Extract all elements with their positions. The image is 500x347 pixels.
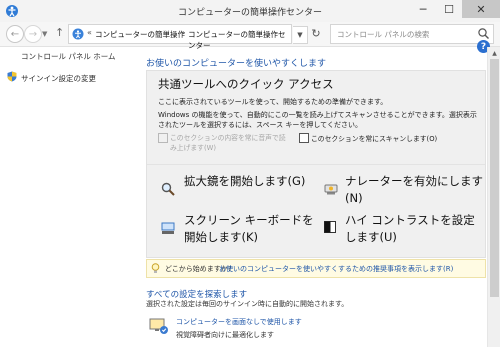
shield-icon xyxy=(7,71,17,82)
breadcrumb-overflow[interactable]: « xyxy=(87,28,92,37)
quick-access-heading: 共通ツールへのクイック アクセス xyxy=(158,77,334,91)
close-button[interactable]: ✕ xyxy=(462,0,500,18)
on-screen-keyboard-icon[interactable] xyxy=(161,221,175,235)
minimize-button[interactable]: ─ xyxy=(410,0,436,18)
display-icon[interactable] xyxy=(149,317,169,335)
recommendation-bar: どこから始めますか? お使いのコンピューターを使いやすくするための推奨事項を表示… xyxy=(146,259,486,278)
use-without-display-link[interactable]: コンピューターを画面なしで使用します xyxy=(176,317,302,327)
address-bar[interactable]: « コンピューターの簡単操作 › コンピューターの簡単操作センター xyxy=(68,24,292,50)
recommendations-link[interactable]: お使いのコンピューターを使いやすくするための推奨事項を表示します(R) xyxy=(219,264,453,274)
back-button[interactable]: ← xyxy=(6,25,24,43)
page-title: お使いのコンピューターを使いやすくします xyxy=(146,59,327,69)
read-aloud-checkbox-label[interactable]: このセクションの内容を常に音声で読み上げます(W) xyxy=(170,133,290,153)
sidebar-item-signin-settings[interactable]: サインイン設定の変更 xyxy=(21,73,96,84)
lightbulb-icon xyxy=(151,263,160,273)
recent-locations-button[interactable]: ▼ xyxy=(42,30,47,38)
high-contrast-icon[interactable] xyxy=(324,221,336,233)
breadcrumb-item[interactable]: コンピューターの簡単操作 xyxy=(95,29,185,40)
search-placeholder: コントロール パネルの検索 xyxy=(337,30,430,39)
scroll-up-button[interactable]: ▲ xyxy=(488,47,500,59)
search-input[interactable]: コントロール パネルの検索 xyxy=(330,24,494,44)
set-high-contrast-link[interactable]: ハイ コントラストを設定します(U) xyxy=(345,212,485,246)
scan-checkbox-label[interactable]: このセクションを常にスキャンします(O) xyxy=(311,133,437,143)
scroll-thumb[interactable] xyxy=(490,59,499,297)
explore-settings-description: 選択された設定は毎回のサインイン時に自動的に開始されます。 xyxy=(146,300,349,308)
search-icon[interactable] xyxy=(477,27,490,40)
divider xyxy=(147,164,485,165)
breadcrumb-separator[interactable]: › xyxy=(182,28,185,37)
start-on-screen-keyboard-link[interactable]: スクリーン キーボードを開始します(K) xyxy=(184,212,324,246)
magnifier-icon[interactable] xyxy=(161,182,175,196)
forward-button[interactable]: → xyxy=(24,25,42,43)
quick-access-description: ここに表示されているツールを使って、開始するための準備ができます。 xyxy=(158,98,388,106)
address-row: ← → ▼ ↑ « コンピューターの簡単操作 › コンピューターの簡単操作センタ… xyxy=(0,22,500,50)
maximize-button[interactable]: ☐ xyxy=(436,0,462,18)
vertical-scrollbar[interactable]: ▲ xyxy=(487,47,500,347)
read-aloud-checkbox[interactable] xyxy=(158,133,168,143)
scan-checkbox[interactable] xyxy=(299,133,309,143)
use-without-display-description: 視覚障碍者向けに最適化します xyxy=(176,331,274,339)
start-magnifier-link[interactable]: 拡大鏡を開始します(G) xyxy=(184,173,324,190)
title-bar: コンピューターの簡単操作センター ─ ☐ ✕ xyxy=(0,0,500,23)
enable-narrator-link[interactable]: ナレーターを有効にします(N) xyxy=(345,173,485,207)
address-dropdown-button[interactable]: ▼ xyxy=(293,26,308,44)
quick-access-body: Windows の機能を使って、自動的にこの一覧を読み上げてスキャンさせることが… xyxy=(158,111,477,129)
up-button[interactable]: ↑ xyxy=(55,26,64,39)
control-panel-icon xyxy=(72,28,84,40)
refresh-button[interactable]: ↻ xyxy=(308,25,324,41)
breadcrumb-item[interactable]: コンピューターの簡単操作センター xyxy=(188,29,291,51)
sidebar-item-control-panel-home[interactable]: コントロール パネル ホーム xyxy=(21,51,116,62)
narrator-icon[interactable] xyxy=(324,182,338,196)
quick-access-panel: 共通ツールへのクイック アクセス ここに表示されているツールを使って、開始するた… xyxy=(146,70,486,258)
